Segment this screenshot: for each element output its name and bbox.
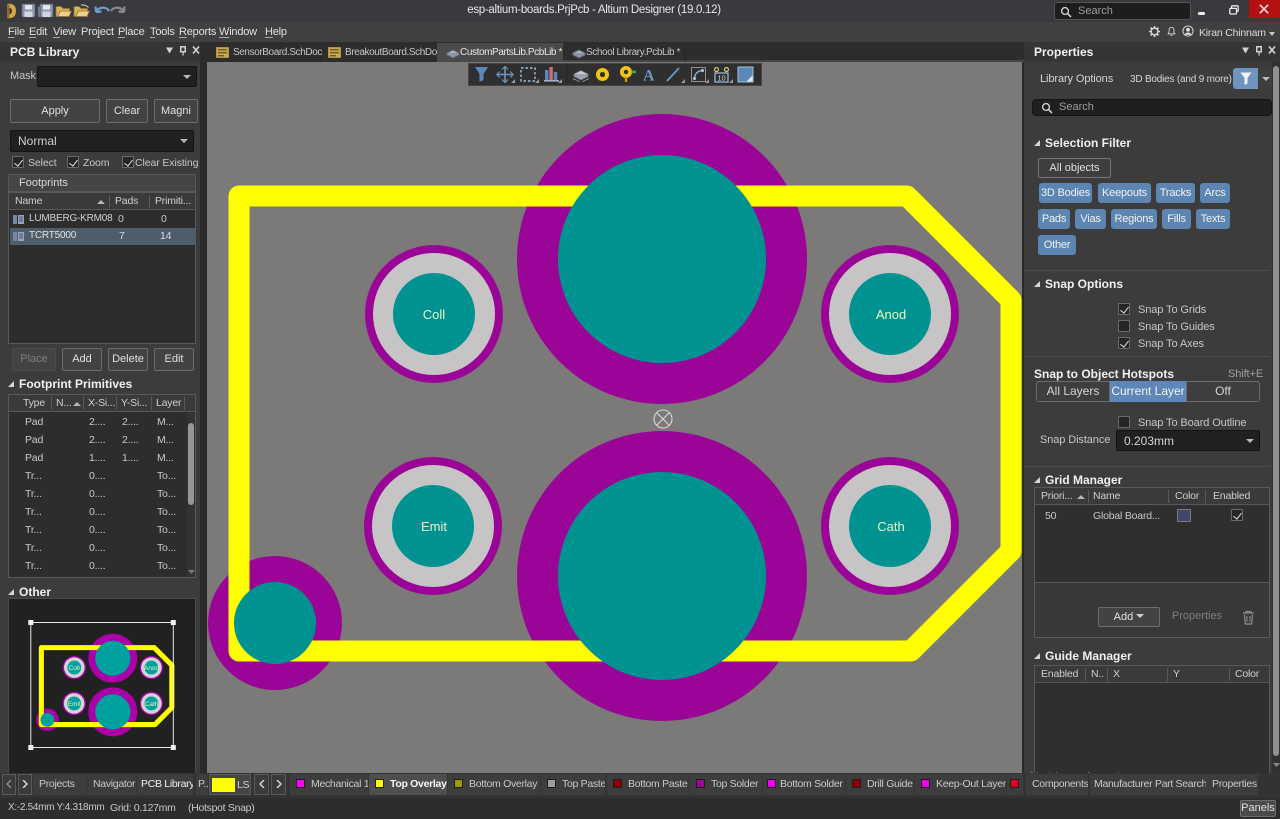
svg-text:Anod: Anod bbox=[876, 307, 906, 322]
svg-text:10: 10 bbox=[717, 74, 725, 83]
svg-text:Cath: Cath bbox=[145, 701, 159, 708]
svg-text:Coll: Coll bbox=[69, 665, 80, 672]
svg-text:Emit: Emit bbox=[421, 519, 447, 534]
svg-text:Coll: Coll bbox=[423, 307, 446, 322]
svg-text:Emit: Emit bbox=[68, 701, 81, 708]
svg-text:A: A bbox=[643, 68, 655, 85]
svg-text:Anod: Anod bbox=[144, 665, 159, 672]
svg-text:Cath: Cath bbox=[877, 519, 904, 534]
